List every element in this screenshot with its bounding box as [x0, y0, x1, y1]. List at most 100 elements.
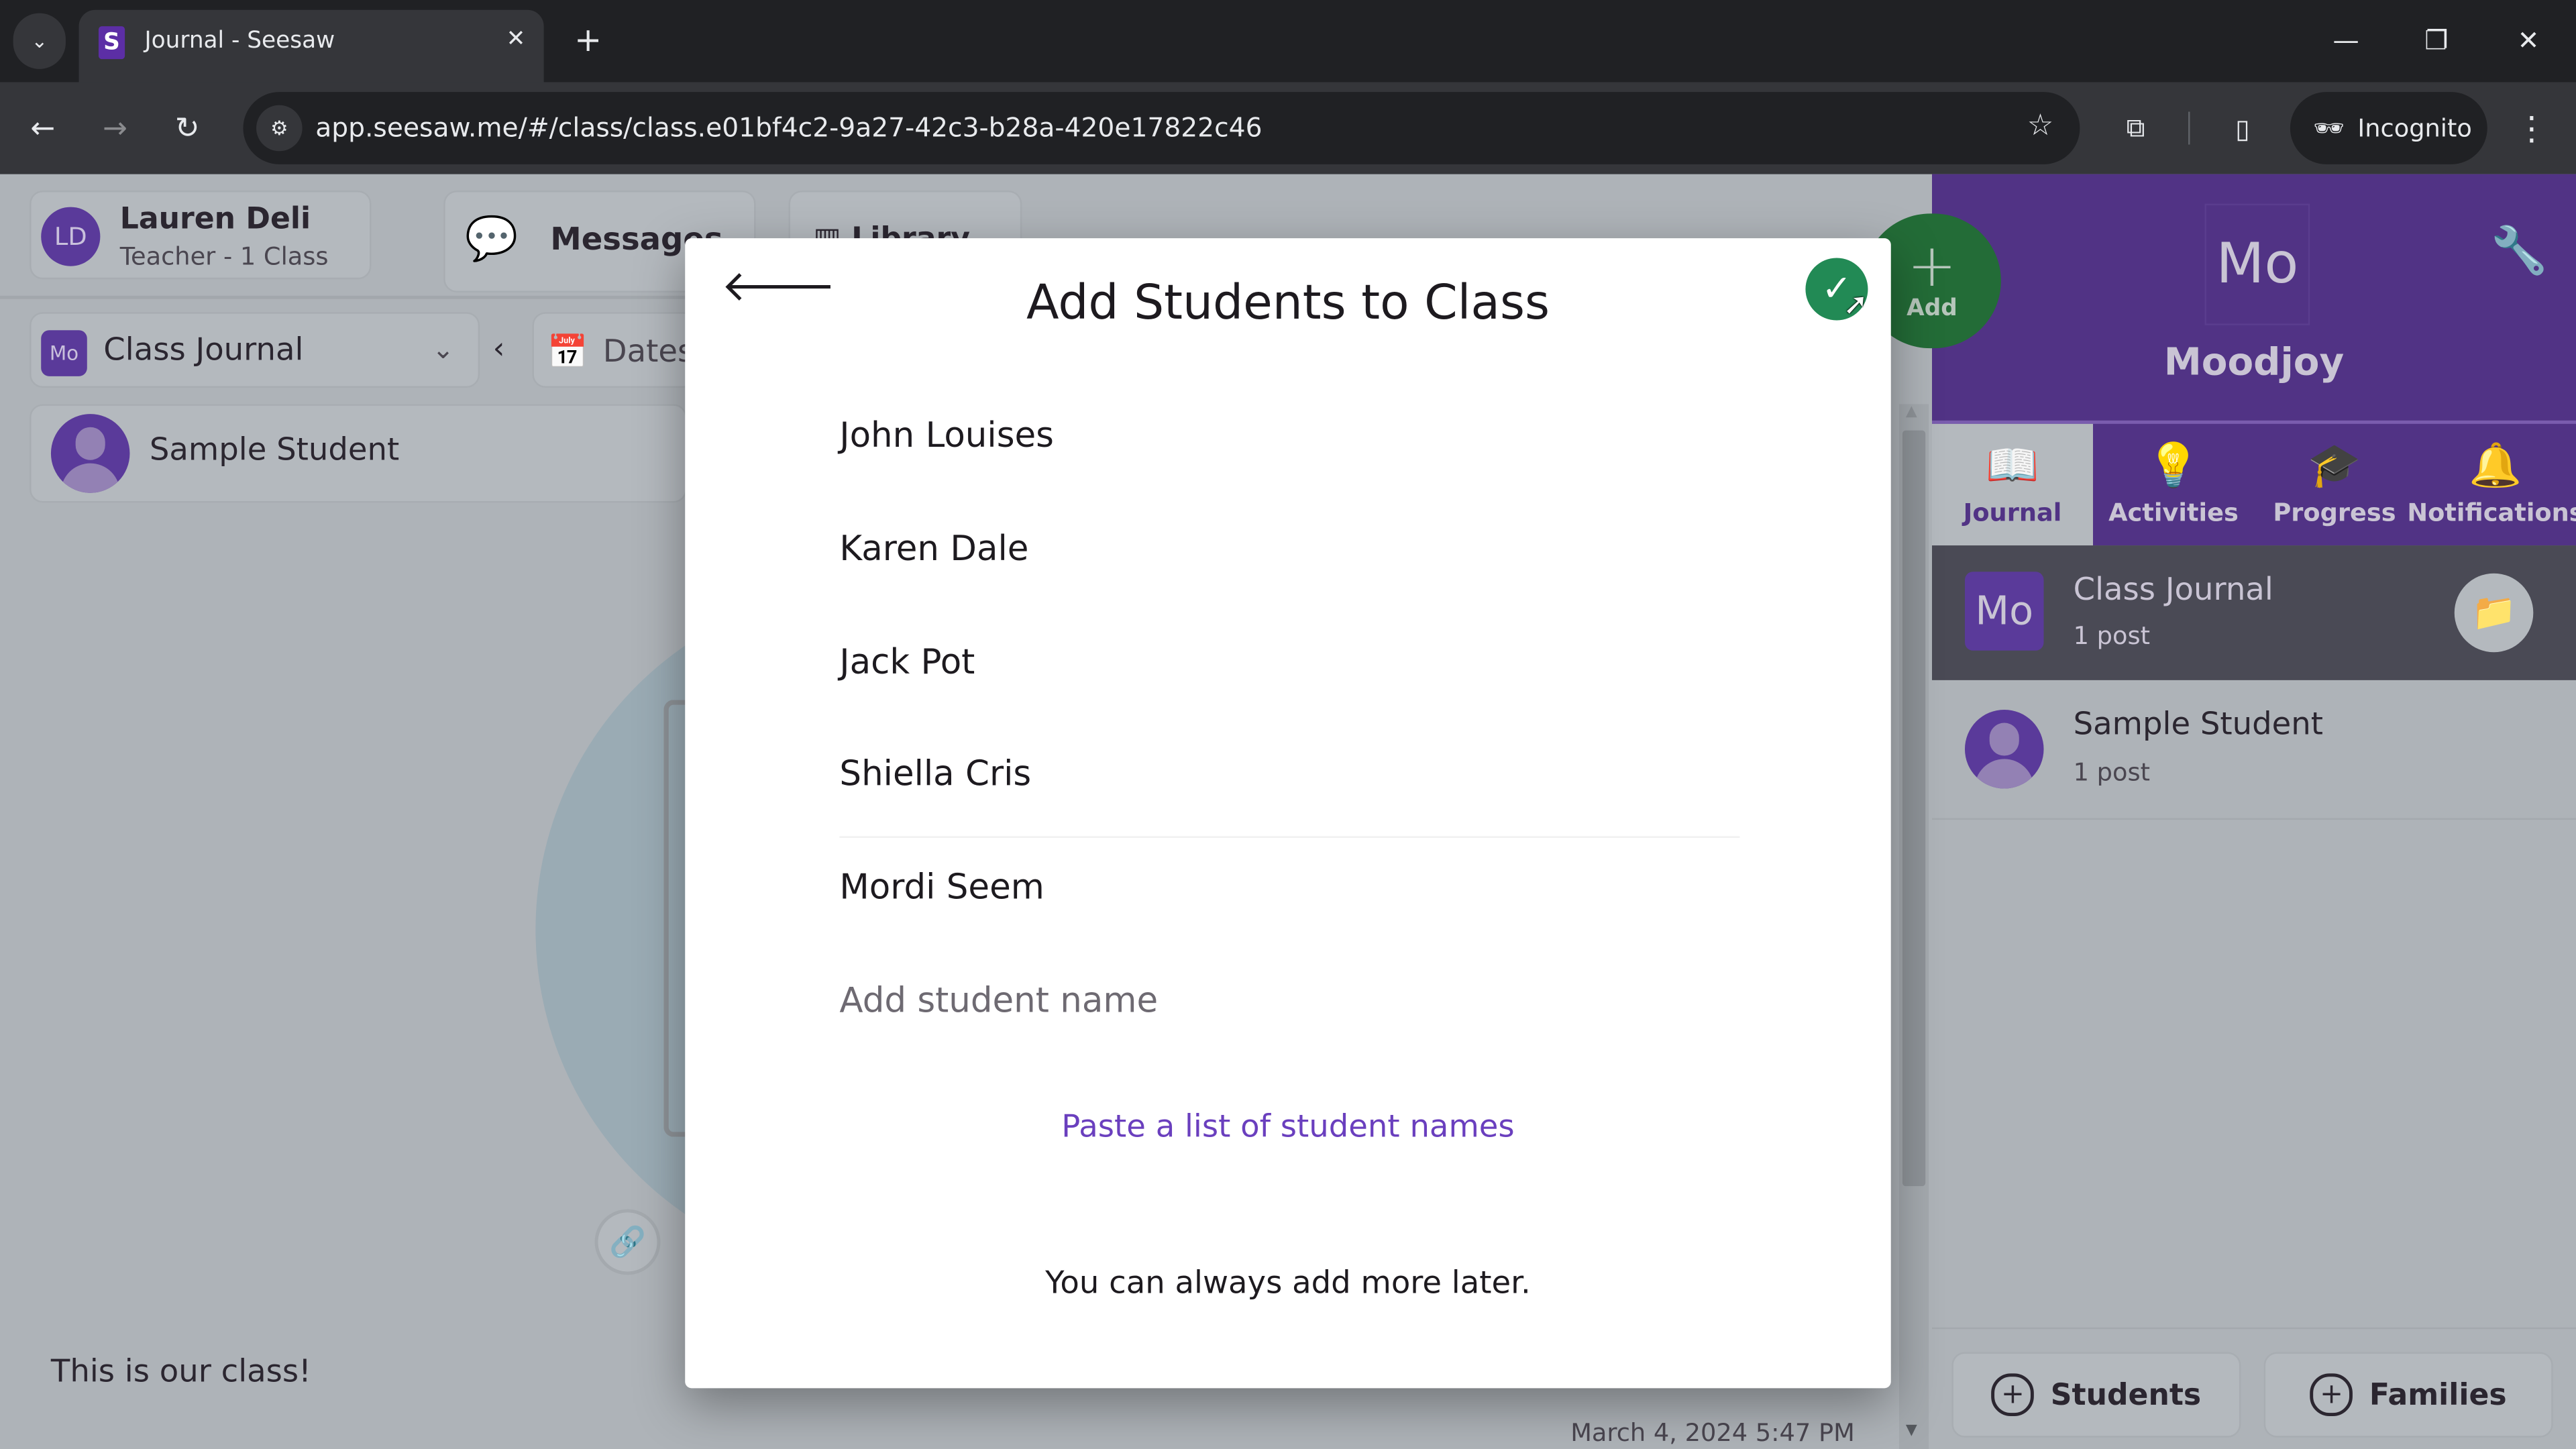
previous-button[interactable]: ‹ — [493, 332, 505, 366]
modal-title: Add Students to Class — [1026, 274, 1550, 331]
user-profile-card[interactable]: LD Lauren Deli Teacher - 1 Class — [30, 191, 372, 280]
add-label: Add — [1907, 295, 1957, 323]
plus-circle-icon: + — [2310, 1373, 2353, 1417]
dates-filter-button[interactable]: 📅 Dates — [532, 312, 697, 388]
user-avatar: LD — [41, 207, 101, 266]
back-button[interactable]: ← — [16, 102, 68, 154]
site-info-button[interactable]: ⚙ — [256, 105, 303, 152]
student-name-entry[interactable]: Karen Dale — [839, 509, 1739, 588]
post-timestamp: March 4, 2024 5:47 PM — [1570, 1417, 1855, 1448]
reload-icon: ↻ — [174, 111, 200, 146]
plus-icon: + — [574, 19, 602, 60]
bookmark-button[interactable]: ☆ — [2027, 109, 2054, 143]
button-label: Students — [2050, 1377, 2202, 1412]
folders-button[interactable]: 📁 — [2454, 573, 2534, 653]
student-name-entry[interactable]: Shiella Cris — [839, 735, 1739, 814]
tab-list-button[interactable]: ⌄ — [13, 13, 66, 69]
post-image-frame — [663, 700, 687, 1137]
close-icon: ✕ — [2517, 23, 2540, 56]
tab-activities[interactable]: 💡 Activities — [2093, 424, 2254, 545]
side-panel-icon: ▯ — [2235, 112, 2250, 144]
address-bar[interactable]: ⚙ app.seesaw.me/#/class/class.e01bf4c2-9… — [243, 92, 2080, 164]
bell-icon: 🔔 — [2469, 441, 2522, 492]
post-caption: This is our class! — [50, 1353, 311, 1390]
class-avatar[interactable]: Mo — [2204, 203, 2310, 325]
seesaw-favicon-icon: S — [98, 26, 125, 60]
book-icon: 📖 — [1986, 441, 2039, 492]
add-families-button[interactable]: + Families — [2263, 1352, 2553, 1438]
lightbulb-icon: 💡 — [2147, 441, 2200, 492]
wrench-icon: 🔧 — [2490, 223, 2548, 278]
tab-progress[interactable]: 🎓 Progress — [2254, 424, 2415, 545]
student-name-entry[interactable]: Jack Pot — [839, 623, 1739, 702]
paste-student-list-link[interactable]: Paste a list of student names — [685, 1109, 1891, 1145]
chevron-down-icon: ⌄ — [31, 30, 48, 53]
chevron-left-icon: ‹ — [492, 331, 505, 367]
class-journal-select[interactable]: Mo Class Journal ⌄ — [30, 312, 480, 388]
arrow-left-icon: ← — [30, 111, 56, 146]
incognito-label: Incognito — [2357, 113, 2472, 144]
tab-label: Notifications — [2407, 498, 2576, 528]
browser-toolbar: ← → ↻ ⚙ app.seesaw.me/#/class/class.e01b… — [0, 82, 2576, 174]
dates-label: Dates — [602, 333, 694, 370]
list-item-post-count: 1 post — [2073, 621, 2151, 651]
modal-note: You can always add more later. — [1045, 1265, 1531, 1301]
tab-label: Activities — [2108, 498, 2239, 528]
reload-button[interactable]: ↻ — [161, 102, 213, 154]
settings-wrench-button[interactable]: 🔧 — [2491, 223, 2548, 278]
new-tab-button[interactable]: + — [568, 19, 608, 59]
plus-circle-icon: + — [1991, 1373, 2035, 1417]
chat-bubbles-icon: 💬 — [465, 215, 519, 265]
student-avatar-icon — [50, 414, 130, 493]
chevron-down-icon: ⌄ — [432, 333, 454, 365]
list-item-student[interactable]: Sample Student 1 post — [1932, 680, 2576, 820]
screen: ⌄ S Journal - Seesaw ✕ + — ❐ ✕ ← → ↻ ⚙ a… — [0, 0, 2576, 1449]
user-role: Teacher - 1 Class — [119, 241, 329, 272]
star-icon: ☆ — [2027, 108, 2054, 144]
incognito-icon: 🕶 — [2313, 113, 2345, 144]
class-side-panel: Mo 🔧 Moodjoy 📖 Journal 💡 Activities 🎓 Pr… — [1932, 174, 2576, 1449]
toolbar-divider — [2188, 111, 2190, 145]
close-tab-button[interactable]: ✕ — [499, 23, 532, 56]
browser-tab-bar: ⌄ S Journal - Seesaw ✕ + — ❐ ✕ — [0, 0, 2576, 83]
graduation-cap-icon: 🎓 — [2308, 441, 2361, 492]
browser-tab-active[interactable]: S Journal - Seesaw ✕ — [78, 9, 544, 83]
button-label: Families — [2369, 1377, 2507, 1412]
student-avatar-icon — [1964, 709, 2044, 789]
side-panel-button[interactable]: ▯ — [2220, 105, 2266, 152]
class-header: Mo 🔧 Moodjoy — [1932, 174, 2576, 421]
minimize-icon: — — [2332, 23, 2359, 56]
link-button[interactable]: 🔗 — [594, 1209, 661, 1275]
puzzle-icon: ⧉ — [2126, 111, 2145, 144]
add-students-button[interactable]: + Students — [1951, 1352, 2241, 1438]
minimize-button[interactable]: — — [2313, 13, 2379, 66]
student-name-entry[interactable]: John Louises — [839, 396, 1739, 475]
add-student-name-input[interactable] — [839, 961, 1740, 1040]
panel-footer: + Students + Families — [1932, 1327, 2576, 1449]
class-tabs: 📖 Journal 💡 Activities 🎓 Progress 🔔 Noti… — [1932, 420, 2576, 546]
link-icon: 🔗 — [609, 1224, 646, 1260]
extensions-button[interactable]: ⧉ — [2112, 105, 2159, 152]
url-text[interactable]: app.seesaw.me/#/class/class.e01bf4c2-9a2… — [315, 112, 1262, 144]
tab-notifications[interactable]: 🔔 Notifications — [2407, 424, 2576, 545]
tab-label: Journal — [1963, 498, 2062, 528]
class-name: Moodjoy — [2163, 341, 2345, 385]
feed-student-header[interactable]: Sample Student — [30, 404, 687, 503]
browser-menu-button[interactable]: ⋮ — [2509, 105, 2555, 152]
tab-journal[interactable]: 📖 Journal — [1932, 423, 2094, 546]
restore-button[interactable]: ❐ — [2404, 13, 2469, 66]
feed-scrollbar-thumb[interactable] — [1902, 430, 1926, 1187]
calendar-icon: 📅 — [547, 331, 588, 372]
student-name-entry[interactable]: Mordi Seem — [839, 848, 1739, 927]
tab-label: Progress — [2273, 498, 2396, 528]
close-window-button[interactable]: ✕ — [2496, 13, 2561, 66]
user-name: Lauren Deli — [119, 202, 311, 237]
scroll-down-icon[interactable]: ▼ — [1906, 1423, 1917, 1439]
class-select-value: Class Journal — [103, 331, 304, 368]
incognito-indicator[interactable]: 🕶 Incognito — [2290, 92, 2487, 164]
forward-button[interactable]: → — [89, 102, 141, 154]
more-vert-icon: ⋮ — [2515, 108, 2548, 148]
scroll-up-icon[interactable]: ▲ — [1906, 404, 1917, 420]
list-item-class-journal[interactable]: Mo Class Journal 1 post 📁 — [1932, 545, 2576, 680]
close-icon: ✕ — [506, 26, 526, 53]
